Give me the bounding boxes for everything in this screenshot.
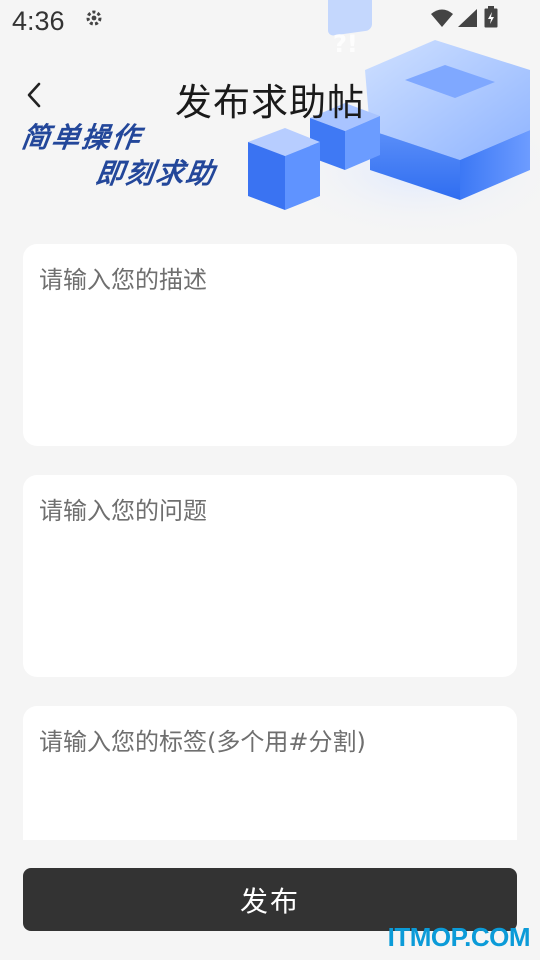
tags-card [23, 706, 517, 841]
question-card [23, 475, 517, 677]
tags-input[interactable] [39, 722, 501, 825]
description-card [23, 244, 517, 446]
slogan-line-1: 简单操作 [19, 121, 145, 154]
slogan-line-2: 即刻求助 [93, 157, 219, 190]
gear-icon [86, 10, 102, 26]
question-input[interactable] [39, 491, 501, 661]
watermark-text: ITMOP.COM [387, 922, 531, 952]
status-time: 4:36 [12, 6, 65, 36]
bubble-text: ?! [333, 30, 358, 58]
description-input[interactable] [39, 260, 501, 430]
